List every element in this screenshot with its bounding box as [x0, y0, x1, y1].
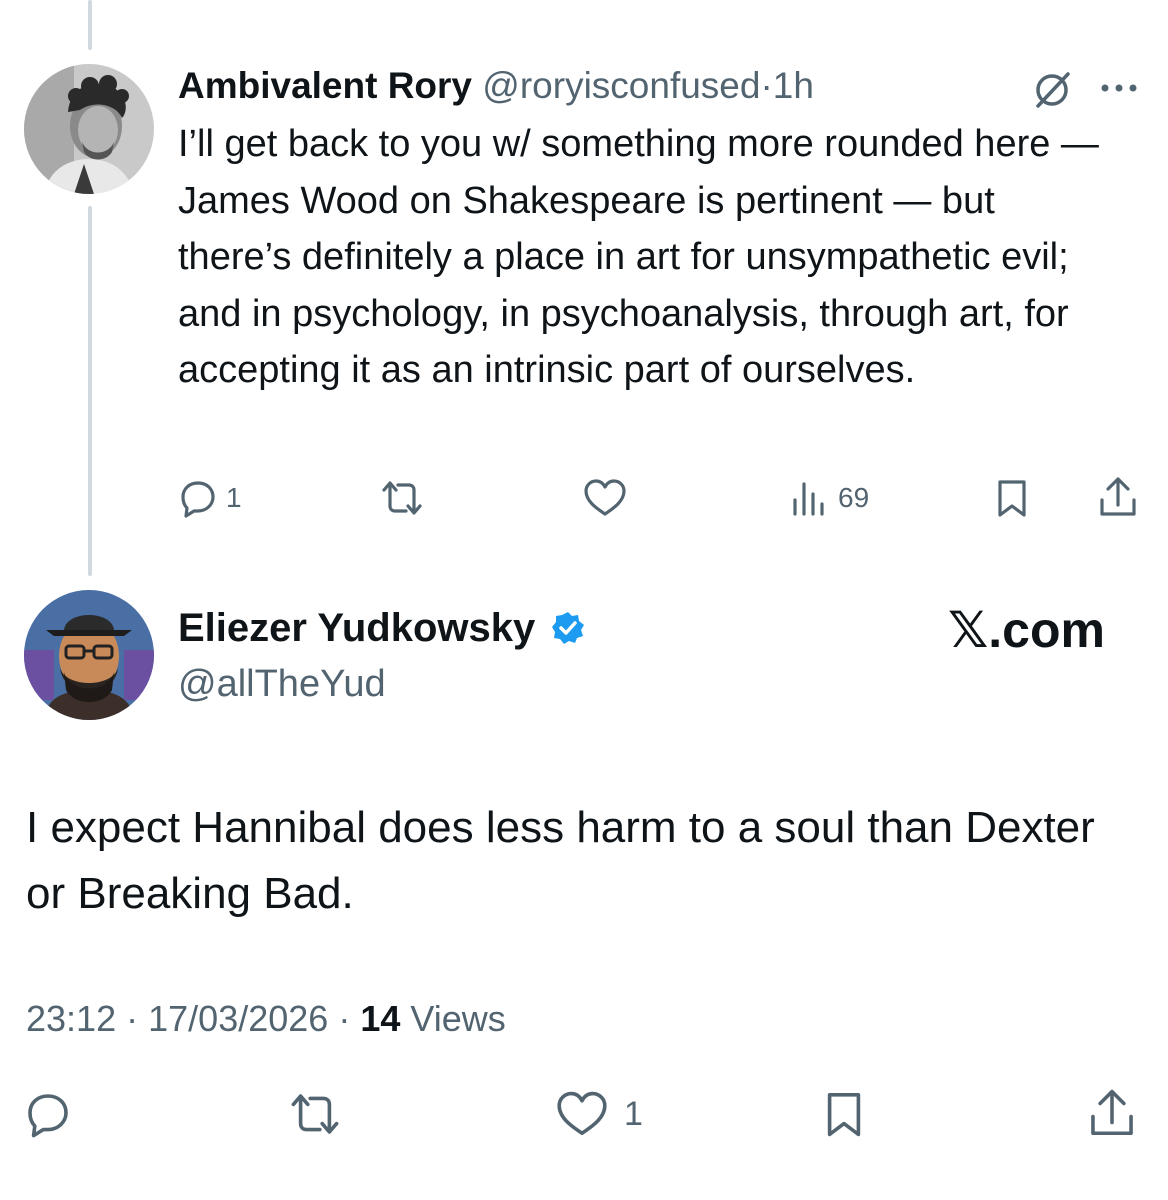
- main-like-count: 1: [624, 1094, 643, 1133]
- reply-reply-count: 1: [226, 482, 242, 513]
- reply-text: I’ll get back to you w/ something more r…: [178, 123, 1099, 391]
- main-meta: 23:12 · 17/03/2026 · 14 Views: [26, 996, 506, 1042]
- main-share-button[interactable]: [1088, 1088, 1136, 1138]
- retweet-icon: [291, 1094, 339, 1134]
- bookmark-icon: [827, 1093, 861, 1137]
- meta-separator-1: ·: [126, 998, 139, 1039]
- reply-views-button[interactable]: 69: [790, 478, 869, 518]
- reply-retweet-button[interactable]: [378, 478, 426, 518]
- main-header: Eliezer Yudkowsky: [178, 606, 586, 650]
- views-icon: [793, 482, 824, 516]
- main-retweet-button[interactable]: [286, 1090, 344, 1138]
- share-icon: [1091, 1089, 1133, 1136]
- retweet-icon: [382, 481, 422, 515]
- avatar-rory[interactable]: [24, 64, 154, 194]
- main-bookmark-button[interactable]: [822, 1090, 866, 1138]
- main-like-button[interactable]: 1: [554, 1090, 643, 1138]
- main-author-handle[interactable]: @allTheYud: [178, 663, 386, 705]
- avatar-eliezer[interactable]: [24, 590, 154, 720]
- main-date[interactable]: 17/03/2026: [148, 998, 328, 1039]
- reply-like-button[interactable]: [582, 478, 628, 518]
- reply-reply-button[interactable]: 1: [178, 478, 242, 518]
- main-text: I expect Hannibal does less harm to a so…: [26, 803, 1095, 918]
- reply-separator: ·: [760, 65, 773, 106]
- reply-time[interactable]: 1h: [773, 65, 814, 106]
- thread-line-top: [88, 0, 92, 50]
- main-views-count: 14: [360, 998, 401, 1039]
- more-icon[interactable]: [1098, 74, 1142, 102]
- reply-header: Ambivalent Rory @roryisconfused·1h: [178, 64, 814, 108]
- x-logo-watermark: 𝕏.com: [948, 602, 1105, 658]
- reply-icon: [181, 481, 215, 518]
- grok-icon[interactable]: [1030, 68, 1074, 112]
- reply-author-name[interactable]: Ambivalent Rory: [178, 65, 472, 106]
- main-time[interactable]: 23:12: [26, 998, 116, 1039]
- like-icon: [557, 1091, 607, 1135]
- share-icon: [1100, 477, 1136, 516]
- reply-icon: [28, 1094, 68, 1138]
- main-handle-row: @allTheYud: [178, 662, 386, 706]
- main-author-name[interactable]: Eliezer Yudkowsky: [178, 606, 535, 650]
- thread-line-bottom: [88, 206, 92, 576]
- like-icon: [584, 479, 626, 516]
- meta-separator-2: ·: [338, 998, 351, 1039]
- reply-share-button[interactable]: [1098, 476, 1138, 518]
- reply-bookmark-button[interactable]: [994, 478, 1030, 518]
- verified-badge-icon: [552, 612, 585, 644]
- reply-author-handle[interactable]: @roryisconfused: [482, 65, 760, 106]
- main-views-label[interactable]: Views: [410, 998, 505, 1039]
- reply-views-count: 69: [838, 482, 870, 513]
- main-reply-button[interactable]: [24, 1090, 72, 1138]
- bookmark-icon: [998, 480, 1026, 517]
